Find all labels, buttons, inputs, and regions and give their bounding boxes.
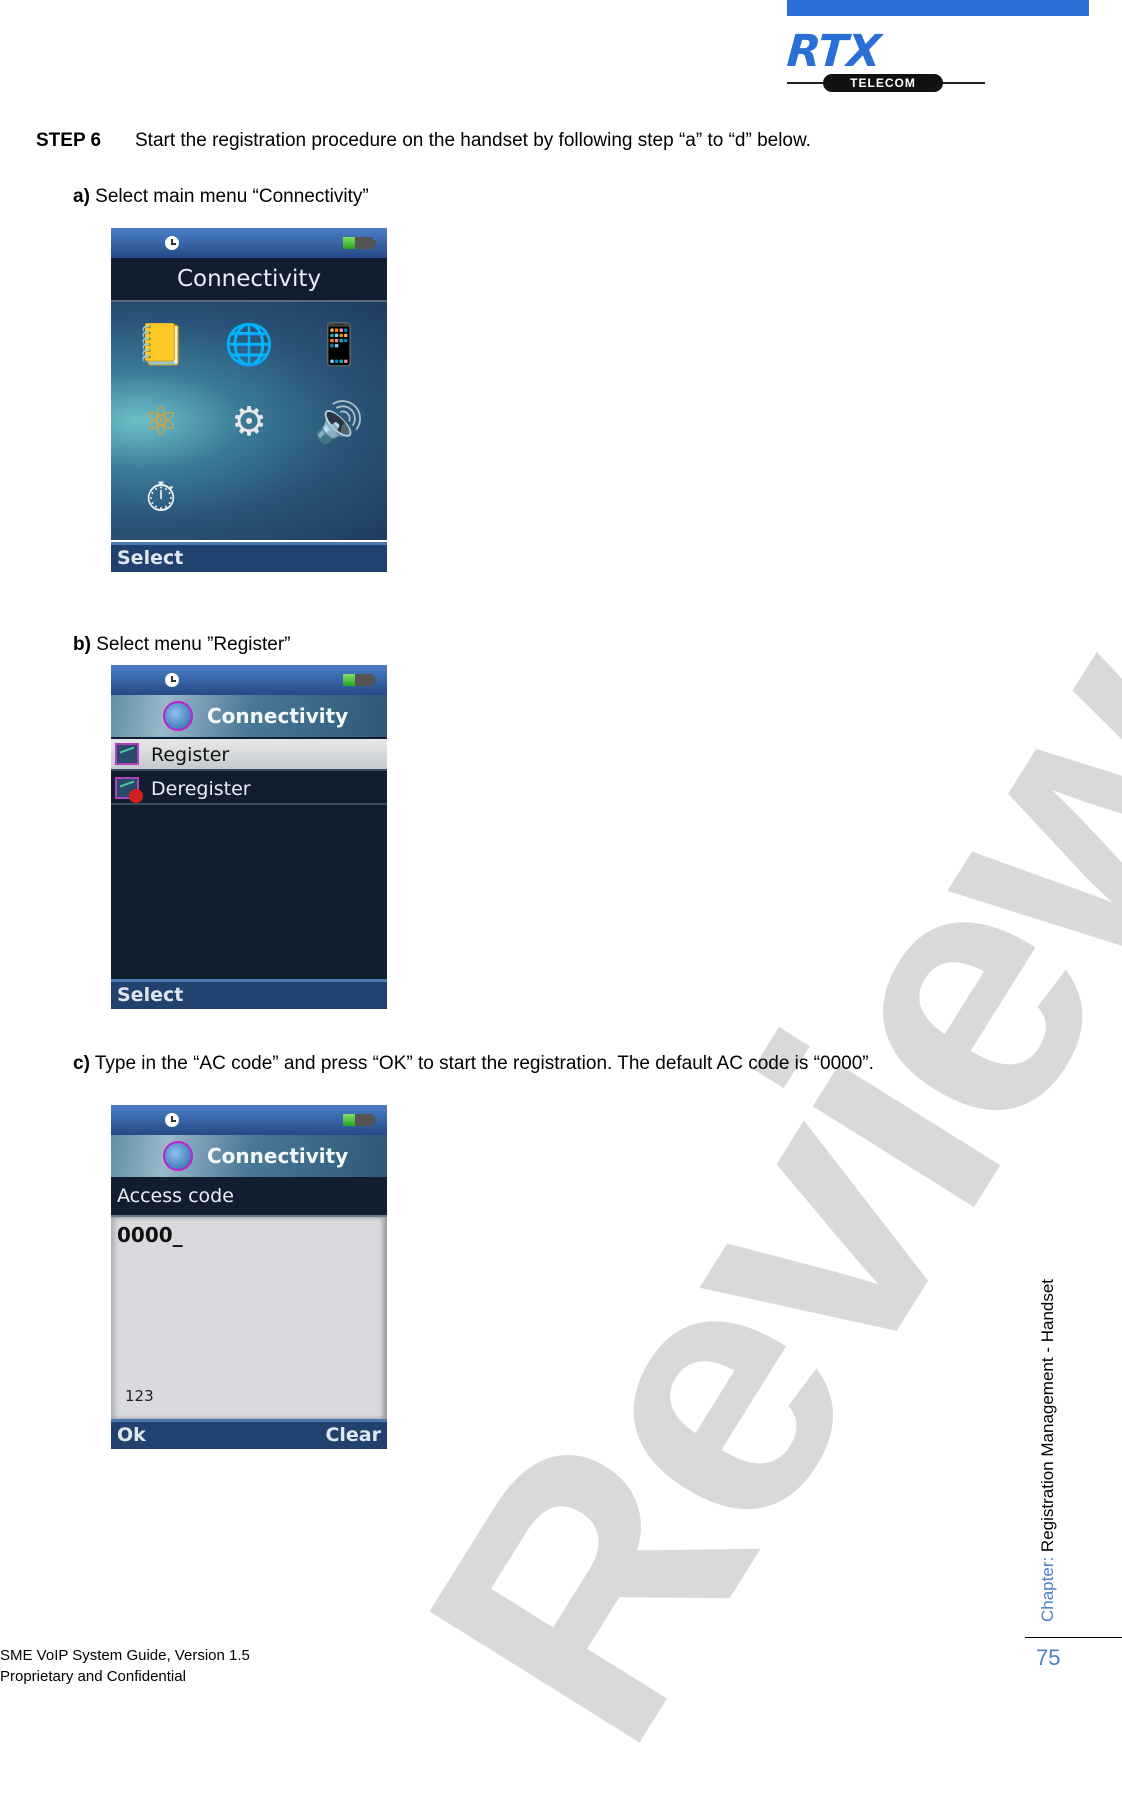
logo-wordmark: RTX (785, 26, 882, 77)
menu-list: Register Deregister (111, 737, 387, 979)
substep-text: Select main menu “Connectivity” (89, 186, 369, 207)
chapter-label: Chapter: (1038, 1552, 1057, 1622)
status-bar (111, 665, 387, 695)
select-softkey[interactable]: Select (117, 545, 183, 572)
substep-marker: c) (73, 1053, 90, 1074)
substep-text: Type in the “AC code” and press “OK” to … (89, 1053, 874, 1074)
battery-icon (343, 674, 376, 686)
screen-title: Connectivity (207, 1144, 349, 1168)
logo-subtext: TELECOM (823, 74, 943, 92)
list-item-label: Deregister (151, 778, 251, 800)
handset-icon[interactable]: 📱 (309, 314, 369, 374)
softkey-bar: Ok Clear (111, 1419, 387, 1449)
substep-a: a) Select main menu “Connectivity” (73, 186, 369, 208)
footer: SME VoIP System Guide, Version 1.5 Propr… (0, 1645, 250, 1687)
substep-b: b) Select menu ”Register” (73, 634, 291, 656)
step-heading: STEP 6 Start the registration procedure o… (36, 130, 811, 152)
chapter-title: Registration Management - Handset (1038, 1278, 1057, 1553)
substep-c: c) Type in the “AC code” and press “OK” … (73, 1053, 874, 1075)
status-bar (111, 1105, 387, 1135)
handset-screen-register-menu: Connectivity Register Deregister Select (111, 665, 387, 1009)
input-mode-indicator: 123 (125, 1387, 154, 1405)
menu-icon-grid: 📒 🌐 📱 ⚛ ⚙ 🔊 ⏱ (111, 302, 387, 540)
deregister-icon (115, 777, 143, 803)
substep-marker: b) (73, 634, 91, 655)
access-code-label-bar: Access code (111, 1177, 387, 1217)
step-text: Start the registration procedure on the … (135, 130, 811, 151)
screen-title: Connectivity (207, 704, 349, 728)
clear-softkey[interactable]: Clear (325, 1422, 381, 1449)
access-code-value: 0000_ (117, 1223, 183, 1247)
screen-title-bar: Connectivity (111, 695, 387, 737)
chapter-side-label: Chapter: Registration Management - Hands… (1038, 1279, 1058, 1622)
access-code-label: Access code (117, 1185, 234, 1207)
softkey-bar: Select (111, 979, 387, 1009)
select-softkey[interactable]: Select (117, 982, 183, 1009)
list-item-deregister[interactable]: Deregister (111, 773, 387, 805)
header-accent-bar (787, 0, 1089, 16)
screen-title: Connectivity (111, 258, 387, 302)
access-code-input[interactable]: 0000_ 123 (111, 1217, 387, 1419)
watermark: Reviewed (351, 250, 1122, 1804)
globe-connectivity-icon[interactable]: 🌐 (219, 314, 279, 374)
network-molecule-icon[interactable]: ⚛ (131, 392, 191, 452)
softkey-bar: Select (111, 542, 387, 572)
speaker-icon[interactable]: 🔊 (309, 392, 369, 452)
status-bar (111, 228, 387, 258)
battery-icon (343, 1114, 376, 1126)
page-number-rule (1025, 1637, 1122, 1638)
clock-icon (165, 1113, 179, 1127)
clock-icon (165, 236, 179, 250)
step-label: STEP 6 (36, 130, 102, 151)
page-number: 75 (1036, 1645, 1061, 1670)
substep-text: Select menu ”Register” (90, 634, 291, 655)
connectivity-globe-icon (163, 701, 193, 731)
calculator-stopwatch-icon[interactable]: ⏱ (131, 468, 191, 528)
clock-icon (165, 673, 179, 687)
screen-title-bar: Connectivity (111, 1135, 387, 1177)
settings-gear-icon[interactable]: ⚙ (219, 392, 279, 452)
phonebook-icon[interactable]: 📒 (131, 314, 191, 374)
connectivity-globe-icon (163, 1141, 193, 1171)
list-item-register[interactable]: Register (111, 739, 387, 771)
rtx-telecom-logo: RTX TELECOM (785, 26, 987, 94)
battery-icon (343, 237, 376, 249)
substep-marker: a) (73, 186, 90, 207)
handset-screen-access-code: Connectivity Access code 0000_ 123 Ok Cl… (111, 1105, 387, 1449)
list-item-label: Register (151, 744, 230, 766)
footer-doc-title: SME VoIP System Guide, Version 1.5 (0, 1647, 250, 1664)
ok-softkey[interactable]: Ok (117, 1422, 146, 1449)
handset-screen-main-menu: Connectivity 📒 🌐 📱 ⚛ ⚙ 🔊 ⏱ Select (111, 228, 387, 572)
register-icon (115, 743, 139, 765)
